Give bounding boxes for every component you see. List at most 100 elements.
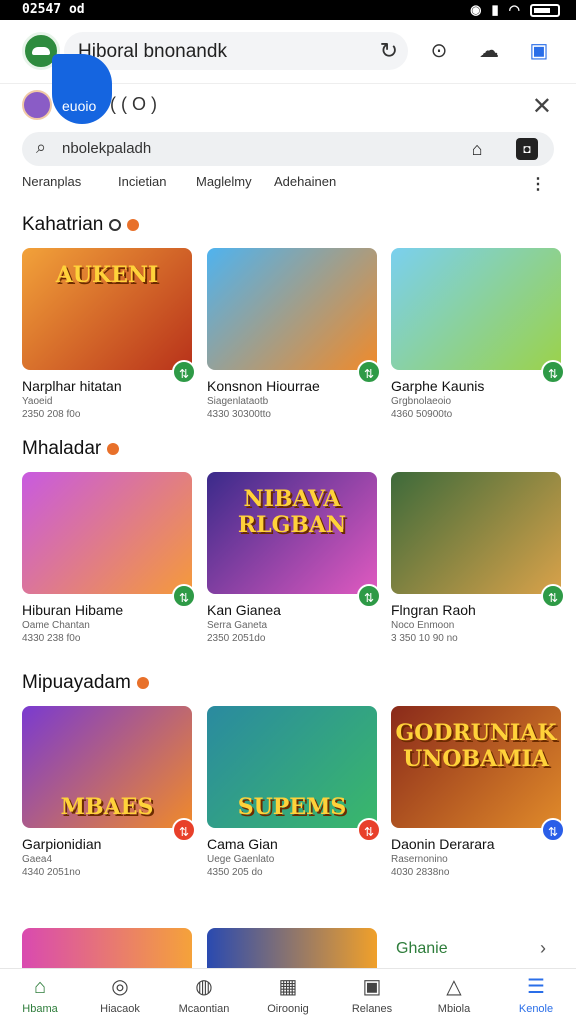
game-developer: Noco Enmoon bbox=[391, 620, 455, 631]
nav-label: Hiacaok bbox=[100, 1003, 140, 1015]
install-icon[interactable]: ⇅ bbox=[541, 818, 565, 842]
game-card[interactable]: MBAES ⇅ Garpionidian Gaea4 4340 2051no bbox=[22, 706, 196, 878]
game-developer: Gaea4 bbox=[22, 854, 53, 865]
grid-icon: ▦ bbox=[278, 976, 298, 998]
profile-name[interactable]: euoio bbox=[62, 98, 96, 114]
badge-dot-icon bbox=[136, 677, 149, 689]
game-card[interactable]: ⇅ Hiburan Hibame Oame Chantan 4330 238 f0o bbox=[22, 472, 196, 644]
game-card[interactable]: ⇅ Garphe Kaunis Grgbnolaeoio 4360 50900to bbox=[391, 248, 565, 420]
battery-icon bbox=[530, 3, 560, 17]
install-icon[interactable]: ⇅ bbox=[357, 818, 381, 842]
peek-card[interactable] bbox=[207, 928, 377, 968]
profile-count: ( ( O ) bbox=[110, 94, 157, 114]
game-developer: Siagenlataotb bbox=[207, 396, 269, 407]
badge-dot-icon bbox=[127, 219, 140, 231]
game-thumbnail[interactable] bbox=[391, 472, 561, 594]
chip[interactable]: Incietian bbox=[118, 174, 166, 189]
avatar[interactable] bbox=[22, 90, 52, 120]
status-bar: 02547 od ◉ ▮ ◠ bbox=[0, 0, 576, 20]
game-thumbnail[interactable] bbox=[22, 472, 192, 594]
install-icon[interactable]: ⇅ bbox=[172, 360, 196, 384]
game-caption: GODRUNIAK UNOBAMIA bbox=[395, 720, 557, 772]
profile-row: euoio ( ( O ) ✕ bbox=[0, 84, 576, 128]
section-title-text: Mipuayadam bbox=[22, 672, 131, 693]
nav-globe[interactable]: ◍ Mcaontian bbox=[168, 975, 240, 1015]
game-stats: 3 350 10 90 no bbox=[391, 633, 458, 644]
camera-icon[interactable]: ◘ bbox=[516, 138, 538, 160]
game-title: Konsnon Hiourrae bbox=[207, 378, 320, 394]
game-card[interactable]: NIBAVA RLGBAN ⇅ Kan Gianea Serra Ganeta 2350… bbox=[207, 472, 381, 644]
install-icon[interactable]: ⇅ bbox=[541, 584, 565, 608]
signal-icon: ▮ bbox=[491, 2, 499, 17]
nav-alert[interactable]: △ Mbiola bbox=[418, 975, 490, 1015]
game-card[interactable]: GODRUNIAK UNOBAMIA ⇅ Daonin Derarara Rasern… bbox=[391, 706, 565, 878]
game-developer: Yaoeid bbox=[22, 396, 53, 407]
search-input[interactable]: nbolekpaladh bbox=[62, 140, 151, 157]
section-title: Mhaladar bbox=[22, 438, 120, 460]
home-icon: ⌂ bbox=[33, 976, 47, 998]
search-icon: ◎ bbox=[111, 976, 129, 998]
game-card[interactable]: ⇅ Flngran Raoh Noco Enmoon 3 350 10 90 no bbox=[391, 472, 565, 644]
game-thumbnail[interactable]: SUPEMS bbox=[207, 706, 377, 828]
badge-dot-icon bbox=[107, 443, 120, 455]
game-thumbnail[interactable]: NIBAVA RLGBAN bbox=[207, 472, 377, 594]
globe-icon: ◍ bbox=[195, 976, 213, 998]
chevron-right-icon[interactable]: › bbox=[540, 938, 546, 959]
install-icon[interactable]: ⇅ bbox=[172, 584, 196, 608]
game-artwork bbox=[207, 248, 377, 370]
install-icon[interactable]: ⇅ bbox=[172, 818, 196, 842]
game-title: Kan Gianea bbox=[207, 602, 281, 618]
game-thumbnail[interactable]: GODRUNIAK UNOBAMIA bbox=[391, 706, 561, 828]
menu-icon: ☰ bbox=[527, 976, 545, 998]
peek-card[interactable] bbox=[22, 928, 192, 968]
nav-search[interactable]: ◎ Hiacaok bbox=[84, 975, 156, 1015]
game-stats: 2350 208 f0o bbox=[22, 409, 81, 420]
game-thumbnail[interactable]: AUKENI bbox=[22, 248, 192, 370]
game-developer: Uege Gaenlato bbox=[207, 854, 275, 865]
nav-grid[interactable]: ▦ Oiroonig bbox=[252, 975, 324, 1015]
game-caption: AUKENI bbox=[55, 262, 159, 288]
install-icon[interactable]: ⇅ bbox=[357, 584, 381, 608]
game-card[interactable]: SUPEMS ⇅ Cama Gian Uege Gaenlato 4350 205 do bbox=[207, 706, 381, 878]
more-icon[interactable]: ⋮ bbox=[530, 174, 546, 194]
chip[interactable]: Maglelmy bbox=[196, 174, 252, 189]
game-thumbnail[interactable] bbox=[207, 248, 377, 370]
nav-label: Mcaontian bbox=[178, 1003, 230, 1015]
game-thumbnail[interactable] bbox=[391, 248, 561, 370]
install-icon[interactable]: ⇅ bbox=[541, 360, 565, 384]
chip[interactable]: Adehainen bbox=[274, 174, 336, 189]
game-card[interactable]: AUKENI ⇅ Narplhar hitatan Yaoeid 2350 208 f0… bbox=[22, 248, 196, 420]
game-developer: Serra Ganeta bbox=[207, 620, 268, 631]
tabs-icon[interactable]: ▣ bbox=[526, 38, 552, 64]
chip[interactable]: Neranplas bbox=[22, 174, 81, 189]
nav-menu[interactable]: ☰ Kenole bbox=[500, 975, 572, 1015]
game-stats: 4340 2051no bbox=[22, 867, 81, 878]
reload-icon[interactable]: ↻ bbox=[380, 38, 398, 64]
nav-badge[interactable]: ▣ Relanes bbox=[336, 975, 408, 1015]
wifi-icon: ◠ bbox=[508, 2, 520, 17]
cloud-icon[interactable]: ☁ bbox=[476, 38, 502, 64]
game-card[interactable]: ⇅ Konsnon Hiourrae Siagenlataotb 4330 30300… bbox=[207, 248, 381, 420]
install-icon[interactable]: ⇅ bbox=[357, 360, 381, 384]
game-title: Daonin Derarara bbox=[391, 836, 495, 852]
alert-icon: △ bbox=[446, 976, 462, 998]
nav-home[interactable]: ⌂ Hbama bbox=[4, 975, 76, 1015]
game-caption: SUPEMS bbox=[237, 794, 347, 820]
nav-label: Hbama bbox=[22, 1003, 58, 1015]
status-time: 02547 od bbox=[22, 2, 85, 17]
nav-label: Kenole bbox=[518, 1003, 554, 1015]
peek-link[interactable]: Ghanie bbox=[396, 940, 448, 958]
game-thumbnail[interactable]: MBAES bbox=[22, 706, 192, 828]
info-icon bbox=[109, 219, 122, 231]
house-icon[interactable]: ⌂ bbox=[466, 138, 488, 160]
nav-label: Mbiola bbox=[437, 1003, 471, 1015]
close-icon[interactable]: ✕ bbox=[532, 92, 552, 121]
section-title-text: Mhaladar bbox=[22, 438, 102, 459]
target-icon[interactable]: ⊙ bbox=[426, 38, 452, 64]
section-title-text: Kahatrian bbox=[22, 214, 104, 235]
game-developer: Grgbnolaeoio bbox=[391, 396, 452, 407]
game-stats: 4330 30300tto bbox=[207, 409, 271, 420]
address-bar[interactable]: Hiboral bnonandk ↻ bbox=[64, 32, 408, 70]
search-bar[interactable]: ⌕ nbolekpaladh ⌂ ◘ bbox=[22, 132, 554, 166]
game-artwork bbox=[391, 248, 561, 370]
